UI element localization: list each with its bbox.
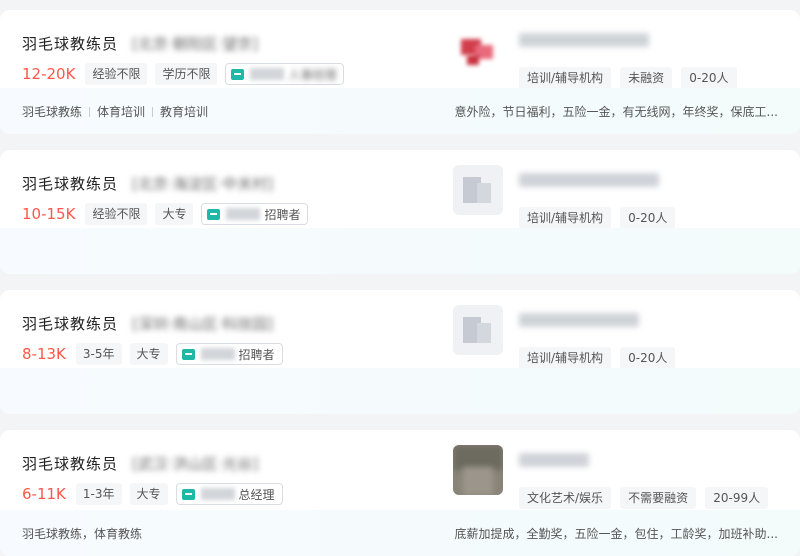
job-title[interactable]: 羽毛球教练员: [22, 313, 118, 334]
recruiter-name: [250, 68, 285, 80]
experience-tag: 1-3年: [75, 483, 122, 505]
chat-icon: [231, 68, 245, 80]
salary: 10-15K: [22, 205, 76, 223]
recruiter-role: 招聘者: [238, 347, 275, 362]
recruiter-role: 人事经理: [288, 67, 337, 82]
salary: 12-20K: [22, 65, 76, 83]
recruiter-role: 总经理: [238, 487, 275, 502]
welfare-text: 意外险，节日福利，五险一金，有无线网，年终奖，保底工...: [454, 104, 778, 119]
job-location: [北京·朝阳区·望京]: [132, 35, 259, 53]
industry-tag: 培训/辅导机构: [519, 67, 612, 89]
job-title[interactable]: 羽毛球教练员: [22, 33, 118, 54]
education-tag: 学历不限: [155, 63, 218, 85]
job-location: [北京·海淀区·中关村]: [132, 175, 274, 193]
recruiter-name: [200, 348, 235, 360]
skill-tag: 教育培训: [160, 104, 209, 119]
job-title[interactable]: 羽毛球教练员: [22, 173, 118, 194]
job-card[interactable]: 羽毛球教练员 [深圳·南山区·科技园] 8-13K 3-5年 大专 招聘者 培训…: [0, 290, 800, 414]
welfare-text: 底薪加提成，全勤奖，五险一金，包住，工龄奖，加班补助...: [454, 526, 778, 541]
experience-tag: 经验不限: [85, 63, 148, 85]
recruiter-chat-button[interactable]: 总经理: [175, 483, 283, 505]
job-skill-tags: 羽毛球教练，体育教练: [22, 526, 143, 541]
company-name[interactable]: [519, 313, 639, 327]
size-tag: 20-99人: [705, 487, 769, 509]
chat-icon: [207, 208, 221, 220]
size-tag: 0-20人: [620, 347, 676, 369]
salary: 6-11K: [22, 485, 66, 503]
skill-tag: 羽毛球教练: [22, 104, 83, 119]
size-tag: 0-20人: [681, 67, 737, 89]
recruiter-chat-button[interactable]: 招聘者: [201, 203, 309, 225]
company-info[interactable]: 文化艺术/娱乐 不需要融资 20-99人: [453, 445, 772, 509]
skill-tag: 体育培训: [97, 104, 146, 119]
experience-tag: 经验不限: [85, 203, 148, 225]
funding-tag: 未融资: [620, 67, 673, 89]
job-card[interactable]: 羽毛球教练员 [北京·朝阳区·望京] 12-20K 经验不限 学历不限 人事经理…: [0, 10, 800, 134]
recruiter-chat-button[interactable]: 招聘者: [175, 343, 283, 365]
company-info[interactable]: 培训/辅导机构 0-20人: [453, 305, 679, 369]
company-logo[interactable]: [453, 445, 503, 495]
recruiter-name: [226, 208, 261, 220]
chat-icon: [181, 488, 195, 500]
industry-tag: 文化艺术/娱乐: [519, 487, 612, 509]
company-name[interactable]: [519, 453, 589, 467]
industry-tag: 培训/辅导机构: [519, 347, 612, 369]
chat-icon: [181, 348, 195, 360]
education-tag: 大专: [129, 483, 168, 505]
funding-tag: 不需要融资: [620, 487, 697, 509]
job-skill-tags: 羽毛球教练 体育培训 教育培训: [22, 103, 208, 120]
company-logo[interactable]: [453, 165, 503, 215]
company-logo[interactable]: [453, 25, 503, 75]
card-footer: [0, 368, 800, 414]
company-logo[interactable]: [453, 305, 503, 355]
company-name[interactable]: [519, 33, 649, 47]
recruiter-name: [200, 488, 235, 500]
recruiter-chat-button[interactable]: 人事经理: [225, 63, 345, 85]
recruiter-role: 招聘者: [264, 207, 301, 222]
industry-tag: 培训/辅导机构: [519, 207, 612, 229]
job-location: [深圳·南山区·科技园]: [132, 315, 274, 333]
company-info[interactable]: 培训/辅导机构 0-20人: [453, 165, 679, 229]
company-name[interactable]: [519, 173, 659, 187]
salary: 8-13K: [22, 345, 66, 363]
card-footer: [0, 228, 800, 274]
education-tag: 大专: [129, 343, 168, 365]
job-location: [武汉·洪山区·光谷]: [132, 455, 259, 473]
experience-tag: 3-5年: [75, 343, 122, 365]
job-title[interactable]: 羽毛球教练员: [22, 453, 118, 474]
job-card[interactable]: 羽毛球教练员 [北京·海淀区·中关村] 10-15K 经验不限 大专 招聘者 培…: [0, 150, 800, 274]
education-tag: 大专: [155, 203, 194, 225]
size-tag: 0-20人: [620, 207, 676, 229]
job-card[interactable]: 羽毛球教练员 [武汉·洪山区·光谷] 6-11K 1-3年 大专 总经理 文化艺…: [0, 430, 800, 556]
company-info[interactable]: 培训/辅导机构 未融资 0-20人: [453, 25, 741, 89]
